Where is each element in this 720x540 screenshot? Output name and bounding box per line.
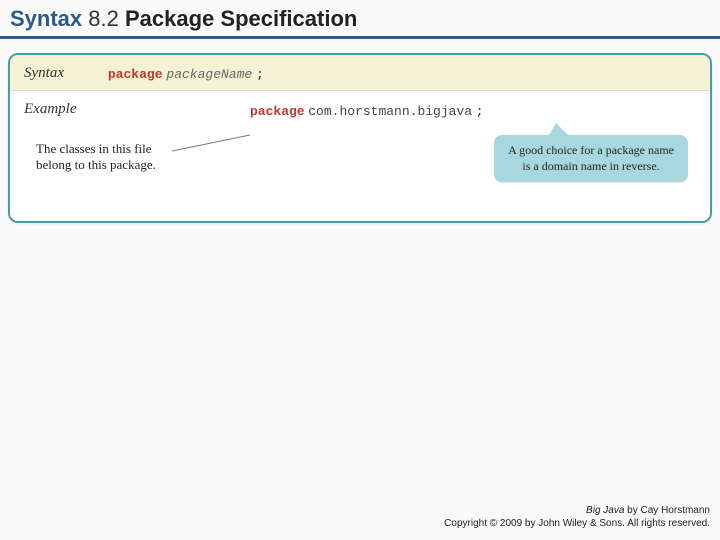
title-text: Package Specification (125, 6, 357, 31)
title-number: 8.2 (88, 6, 119, 31)
example-code: package com.horstmann.bigjava ; (250, 103, 484, 119)
slide-footer: Big Java by Cay Horstmann Copyright © 20… (444, 504, 710, 530)
example-package-name: com.horstmann.bigjava (308, 104, 472, 119)
syntax-label: Syntax (24, 65, 104, 82)
leader-line (172, 133, 252, 153)
example-label: Example (24, 101, 104, 118)
callout-line1: A good choice for a package name (508, 143, 674, 159)
slide-header: Syntax 8.2 Package Specification (0, 0, 720, 39)
annotation-left-line1: The classes in this file (36, 141, 156, 157)
keyword-package: package (108, 67, 163, 82)
syntax-box: Syntax package packageName ; Example pac… (8, 53, 712, 223)
syntax-terminator: ; (256, 67, 264, 82)
example-keyword: package (250, 104, 305, 119)
example-row: Example package com.horstmann.bigjava ; … (10, 91, 710, 221)
example-terminator: ; (476, 104, 484, 119)
slide-title: Syntax 8.2 Package Specification (10, 6, 710, 32)
footer-author: by Cay Horstmann (624, 505, 710, 516)
footer-byline: Big Java by Cay Horstmann (444, 504, 710, 517)
footer-book: Big Java (586, 505, 624, 516)
footer-copyright: Copyright © 2009 by John Wiley & Sons. A… (444, 517, 710, 530)
syntax-row: Syntax package packageName ; (10, 55, 710, 91)
callout-package-name-tip: A good choice for a package name is a do… (494, 135, 688, 182)
callout-line2: is a domain name in reverse. (508, 159, 674, 175)
annotation-left-line2: belong to this package. (36, 157, 156, 173)
package-name-placeholder: packageName (166, 67, 252, 82)
annotation-file-classes: The classes in this file belong to this … (36, 141, 156, 174)
title-prefix: Syntax (10, 6, 82, 31)
